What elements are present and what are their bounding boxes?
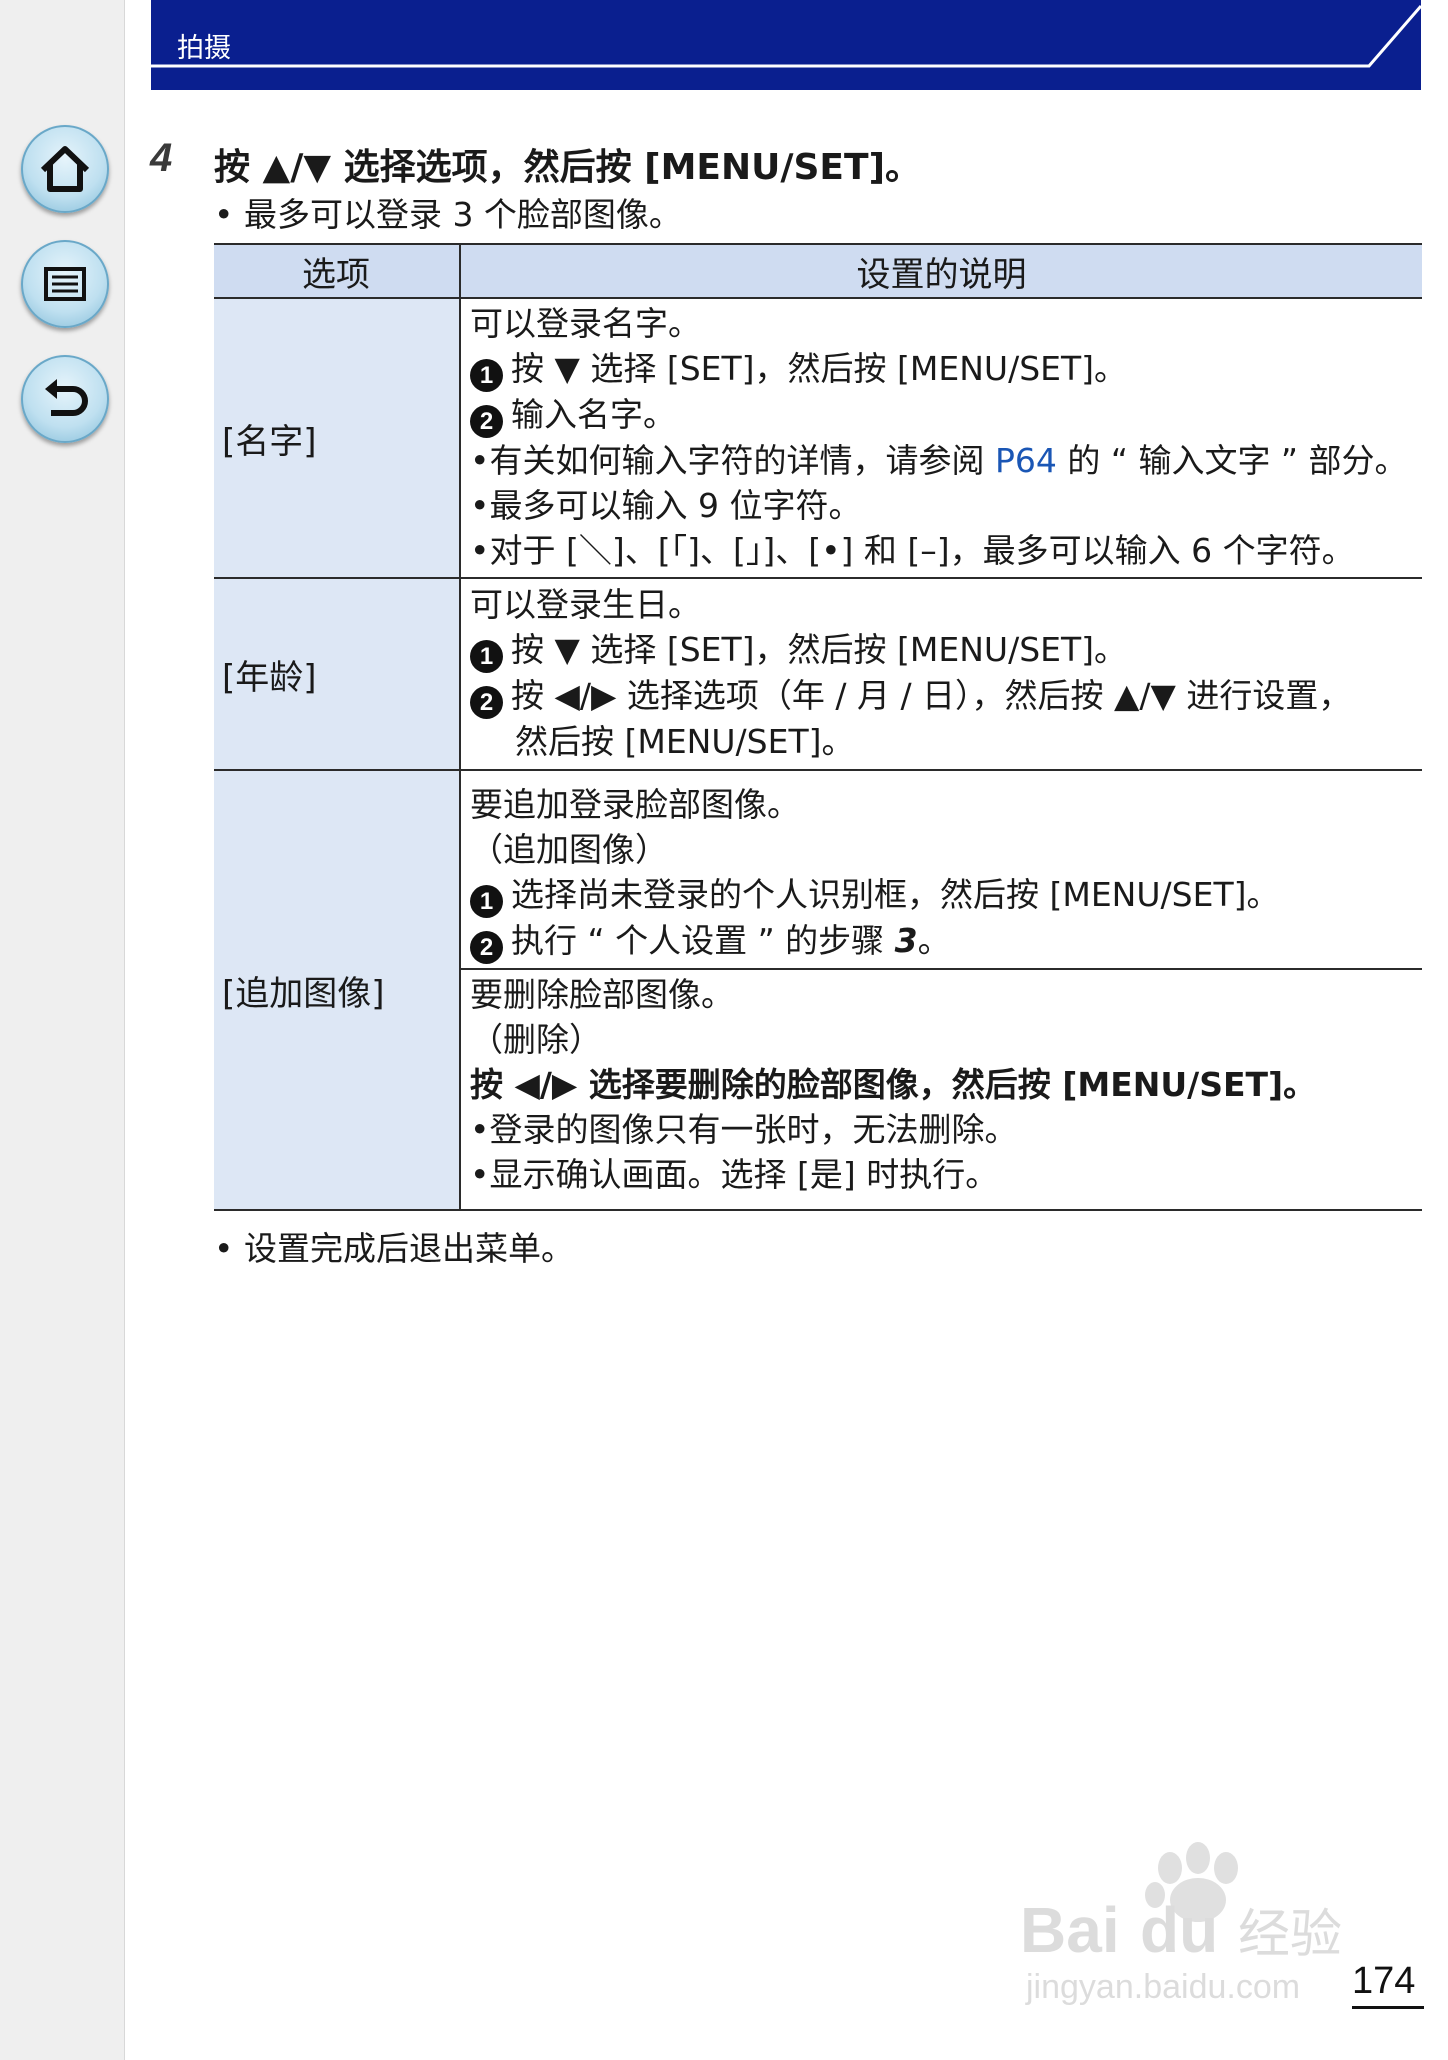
svg-text:经验: 经验 bbox=[1238, 1905, 1342, 1965]
back-button[interactable] bbox=[21, 355, 109, 443]
page-number-underline bbox=[1352, 2006, 1424, 2009]
sidebar bbox=[0, 0, 125, 2060]
description-line: 2按 ◀/▶ 选择选项（年 / 月 / 日），然后按 ▲/▼ 进行设置， bbox=[470, 673, 1422, 719]
circled-number-icon: 1 bbox=[470, 640, 503, 673]
baidu-watermark: Bai du 经验 jingyan.baidu.com bbox=[1020, 1842, 1342, 2006]
description-line: 可以登录生日。 bbox=[470, 585, 701, 624]
table-row: [名字] 可以登录名字。 1按 ▼ 选择 [SET]，然后按 [MENU/SET… bbox=[214, 298, 1422, 579]
table-row: [年龄] 可以登录生日。 1按 ▼ 选择 [SET]，然后按 [MENU/SET… bbox=[214, 578, 1422, 771]
description-line: 2 执行 “ 个人设置 ” 的步骤 3。 bbox=[470, 918, 1422, 964]
page-link[interactable]: P64 bbox=[995, 441, 1057, 480]
section-header bbox=[151, 0, 1421, 90]
description-line: 然后按 [MENU/SET]。 bbox=[515, 722, 855, 761]
step-number: 4 bbox=[150, 136, 173, 180]
step-instruction: 按 ▲/▼ 选择选项，然后按 [MENU/SET]。 bbox=[214, 147, 922, 188]
contents-button[interactable] bbox=[21, 240, 109, 328]
section-title: 拍摄 bbox=[177, 33, 231, 64]
circled-number-icon: 1 bbox=[470, 884, 503, 918]
svg-text:Bai: Bai bbox=[1020, 1894, 1120, 1966]
option-name: [名字] bbox=[214, 298, 461, 579]
svg-text:jingyan.baidu.com: jingyan.baidu.com bbox=[1025, 1968, 1300, 2006]
description-line: 可以登录名字。 bbox=[470, 304, 701, 343]
option-description: 可以登录名字。 1按 ▼ 选择 [SET]，然后按 [MENU/SET]。 2输… bbox=[460, 298, 1422, 579]
back-arrow-icon bbox=[45, 379, 88, 416]
description-line: •对于 [＼]、[「]、[」]、[•] 和 [–]，最多可以输入 6 个字符。 bbox=[470, 531, 1355, 570]
description-line: 按 ◀/▶ 选择要删除的脸部图像，然后按 [MENU/SET]。 bbox=[470, 1064, 1317, 1104]
table-row: [追加图像] 要追加登录脸部图像。 （追加图像） 1 选择尚未登录的个人识别框，然… bbox=[214, 770, 1422, 1211]
option-description: 可以登录生日。 1按 ▼ 选择 [SET]，然后按 [MENU/SET]。 2按… bbox=[460, 578, 1422, 771]
option-name: [年龄] bbox=[214, 578, 461, 771]
footer-note: • 设置完成后退出菜单。 bbox=[214, 1229, 574, 1268]
menu-list-icon bbox=[44, 267, 86, 301]
description-line: •有关如何输入字符的详情，请参阅 P64 的 “ 输入文字 ” 部分。 bbox=[470, 441, 1408, 480]
circled-number-icon: 2 bbox=[470, 930, 503, 964]
description-line: •最多可以输入 9 位字符。 bbox=[470, 486, 862, 525]
options-table: 选项 设置的说明 [名字] 可以登录名字。 1按 ▼ 选择 [SET]，然后按 … bbox=[214, 243, 1422, 1211]
column-header-description: 设置的说明 bbox=[460, 243, 1422, 299]
circled-number-icon: 1 bbox=[470, 359, 503, 392]
description-line: 1 选择尚未登录的个人识别框，然后按 [MENU/SET]。 bbox=[470, 872, 1422, 918]
column-header-option: 选项 bbox=[214, 243, 461, 299]
step-note: • 最多可以登录 3 个脸部图像。 bbox=[214, 195, 682, 234]
description-line: （追加图像） bbox=[470, 829, 668, 869]
page-number: 174 bbox=[1352, 1960, 1416, 2002]
home-button[interactable] bbox=[21, 125, 109, 213]
description-line: 1按 ▼ 选择 [SET]，然后按 [MENU/SET]。 bbox=[470, 627, 1422, 673]
circled-number-icon: 2 bbox=[470, 405, 503, 438]
svg-text:du: du bbox=[1140, 1894, 1218, 1966]
table-header-row: 选项 设置的说明 bbox=[214, 243, 1422, 299]
description-line: 要删除脸部图像。 bbox=[470, 974, 734, 1014]
description-line: •登录的图像只有一张时，无法删除。 bbox=[470, 1109, 1018, 1149]
circled-number-icon: 2 bbox=[470, 686, 503, 719]
option-description: 要追加登录脸部图像。 （追加图像） 1 选择尚未登录的个人识别框，然后按 [MEN… bbox=[460, 770, 1422, 1211]
description-line: 要追加登录脸部图像。 bbox=[470, 784, 800, 824]
description-line: 2 输入名字。 bbox=[470, 392, 1422, 438]
description-line: •显示确认画面。选择 [是] 时执行。 bbox=[470, 1154, 999, 1194]
description-line: 1按 ▼ 选择 [SET]，然后按 [MENU/SET]。 bbox=[470, 346, 1422, 392]
row-divider bbox=[461, 967, 1422, 970]
description-line: （删除） bbox=[470, 1019, 602, 1059]
option-name: [追加图像] bbox=[214, 770, 461, 1211]
home-icon bbox=[40, 146, 90, 192]
